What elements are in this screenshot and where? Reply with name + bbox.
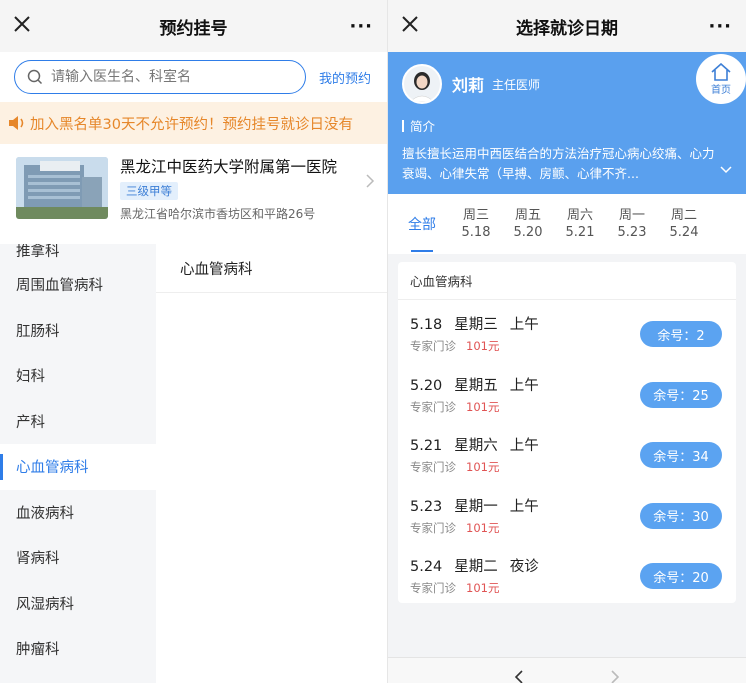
- tab-date[interactable]: 周五 5.20: [502, 207, 554, 241]
- hospital-image: [16, 157, 108, 219]
- remaining-button[interactable]: 余号：25: [640, 381, 722, 408]
- schedule-slot[interactable]: 5.23 星期一 上午 专家门诊 101元 余号：30: [398, 482, 736, 543]
- avatar: [402, 64, 442, 104]
- dept-item[interactable]: 血液病科: [0, 490, 156, 536]
- close-icon[interactable]: [400, 14, 420, 34]
- dept-item[interactable]: 肿瘤科: [0, 626, 156, 672]
- home-button[interactable]: 首页: [696, 54, 746, 104]
- date-selection-screen: 选择就诊日期 ··· 刘莉 主任医师 首页 简介 擅长擅长运用中西医结合的方法治…: [388, 0, 746, 683]
- department-area: 推拿科 周围血管病科 肛肠科 妇科 产科 心血管病科 血液病科 肾病科 风湿病科…: [0, 244, 387, 683]
- hospital-level-badge: 三级甲等: [120, 181, 178, 200]
- doctor-title: 主任医师: [492, 77, 541, 92]
- dept-item[interactable]: 风湿病科: [0, 581, 156, 627]
- remaining-button[interactable]: 余号：34: [640, 442, 722, 468]
- home-icon: [711, 62, 731, 81]
- doctor-name: 刘莉: [452, 76, 485, 95]
- dept-item[interactable]: 周围血管病科: [0, 262, 156, 308]
- remaining-button[interactable]: 余号：2: [640, 321, 722, 347]
- dept-item-active[interactable]: 心血管病科: [0, 444, 156, 490]
- department-sidebar: 推拿科 周围血管病科 肛肠科 妇科 产科 心血管病科 血液病科 肾病科 风湿病科…: [0, 244, 156, 683]
- dept-item[interactable]: 妇科: [0, 353, 156, 399]
- tab-date[interactable]: 周三 5.18: [450, 207, 502, 241]
- schedule-slot[interactable]: 5.18 星期三 上午 专家门诊 101元 余号：2: [398, 300, 736, 361]
- notice-text: 加入黑名单30天不允许预约！预约挂号就诊日没有: [30, 116, 353, 133]
- browser-bottom-bar: [388, 657, 746, 683]
- doctor-header: 刘莉 主任医师 首页 简介 擅长擅长运用中西医结合的方法治疗冠心病心绞痛、心力衰…: [388, 52, 746, 194]
- schedule-department: 心血管病科: [398, 262, 736, 300]
- back-arrow-icon[interactable]: [514, 670, 524, 683]
- forward-arrow-icon[interactable]: [610, 670, 620, 683]
- schedule-slot[interactable]: 5.21 星期六 上午 专家门诊 101元 余号：34: [398, 421, 736, 482]
- chevron-right-icon: [366, 174, 375, 188]
- home-label: 首页: [711, 84, 731, 96]
- hospital-address: 黑龙江省哈尔滨市香坊区和平路26号: [120, 206, 316, 221]
- nav-bar: 预约挂号 ···: [0, 0, 387, 52]
- page-title: 选择就诊日期: [516, 18, 618, 39]
- notice-bar: 加入黑名单30天不允许预约！预约挂号就诊日没有: [0, 102, 387, 144]
- search-box[interactable]: [14, 60, 306, 94]
- search-row: 我的预约: [0, 52, 387, 102]
- appointment-screen: 预约挂号 ··· 我的预约 加入黑名单30天不允许预约！预约挂号就诊日没有 黑龙…: [0, 0, 388, 683]
- speaker-icon: [9, 116, 24, 130]
- close-icon[interactable]: [12, 14, 32, 34]
- tab-date[interactable]: 周一 5.23: [606, 207, 658, 241]
- dept-item[interactable]: 肾病科: [0, 535, 156, 581]
- dept-item[interactable]: 产科: [0, 399, 156, 445]
- my-appointments-link[interactable]: 我的预约: [319, 68, 371, 87]
- sub-department-list: 心血管病科: [156, 244, 387, 683]
- schedule-slot[interactable]: 5.24 星期二 夜诊 专家门诊 101元 余号：20: [398, 542, 736, 603]
- search-input[interactable]: [51, 69, 281, 85]
- more-menu-icon[interactable]: ···: [349, 16, 373, 37]
- tab-all[interactable]: 全部: [408, 214, 436, 252]
- hospital-card[interactable]: 黑龙江中医药大学附属第一医院 三级甲等 黑龙江省哈尔滨市香坊区和平路26号: [0, 144, 387, 232]
- nav-bar: 选择就诊日期 ···: [388, 0, 746, 52]
- tab-date[interactable]: 周二 5.24: [658, 207, 710, 241]
- chevron-down-icon[interactable]: [720, 166, 732, 174]
- dept-item[interactable]: 推拿科: [0, 244, 156, 262]
- date-tabs: 全部 周三 5.18 周五 5.20 周六 5.21 周一 5.23 周二 5.24: [388, 194, 746, 254]
- tab-date[interactable]: 周六 5.21: [554, 207, 606, 241]
- more-menu-icon[interactable]: ···: [708, 16, 732, 37]
- page-title: 预约挂号: [159, 18, 228, 39]
- remaining-button[interactable]: 余号：20: [640, 563, 722, 589]
- search-icon: [27, 69, 43, 85]
- schedule-slot[interactable]: 5.20 星期五 上午 专家门诊 101元 余号：25: [398, 361, 736, 422]
- hospital-name: 黑龙江中医药大学附属第一医院: [120, 157, 338, 176]
- intro-label: 简介: [402, 116, 732, 135]
- schedule-card: 心血管病科 5.18 星期三 上午 专家门诊 101元 余号：2 5.20 星期五 上午 …: [398, 262, 736, 603]
- dept-item[interactable]: 肛肠科: [0, 308, 156, 354]
- doctor-intro: 擅长擅长运用中西医结合的方法治疗冠心病心绞痛、心力衰竭、心律失常（早搏、房颤、心…: [402, 146, 715, 181]
- remaining-button[interactable]: 余号：30: [640, 502, 722, 529]
- sub-department-item[interactable]: 心血管病科: [156, 245, 387, 293]
